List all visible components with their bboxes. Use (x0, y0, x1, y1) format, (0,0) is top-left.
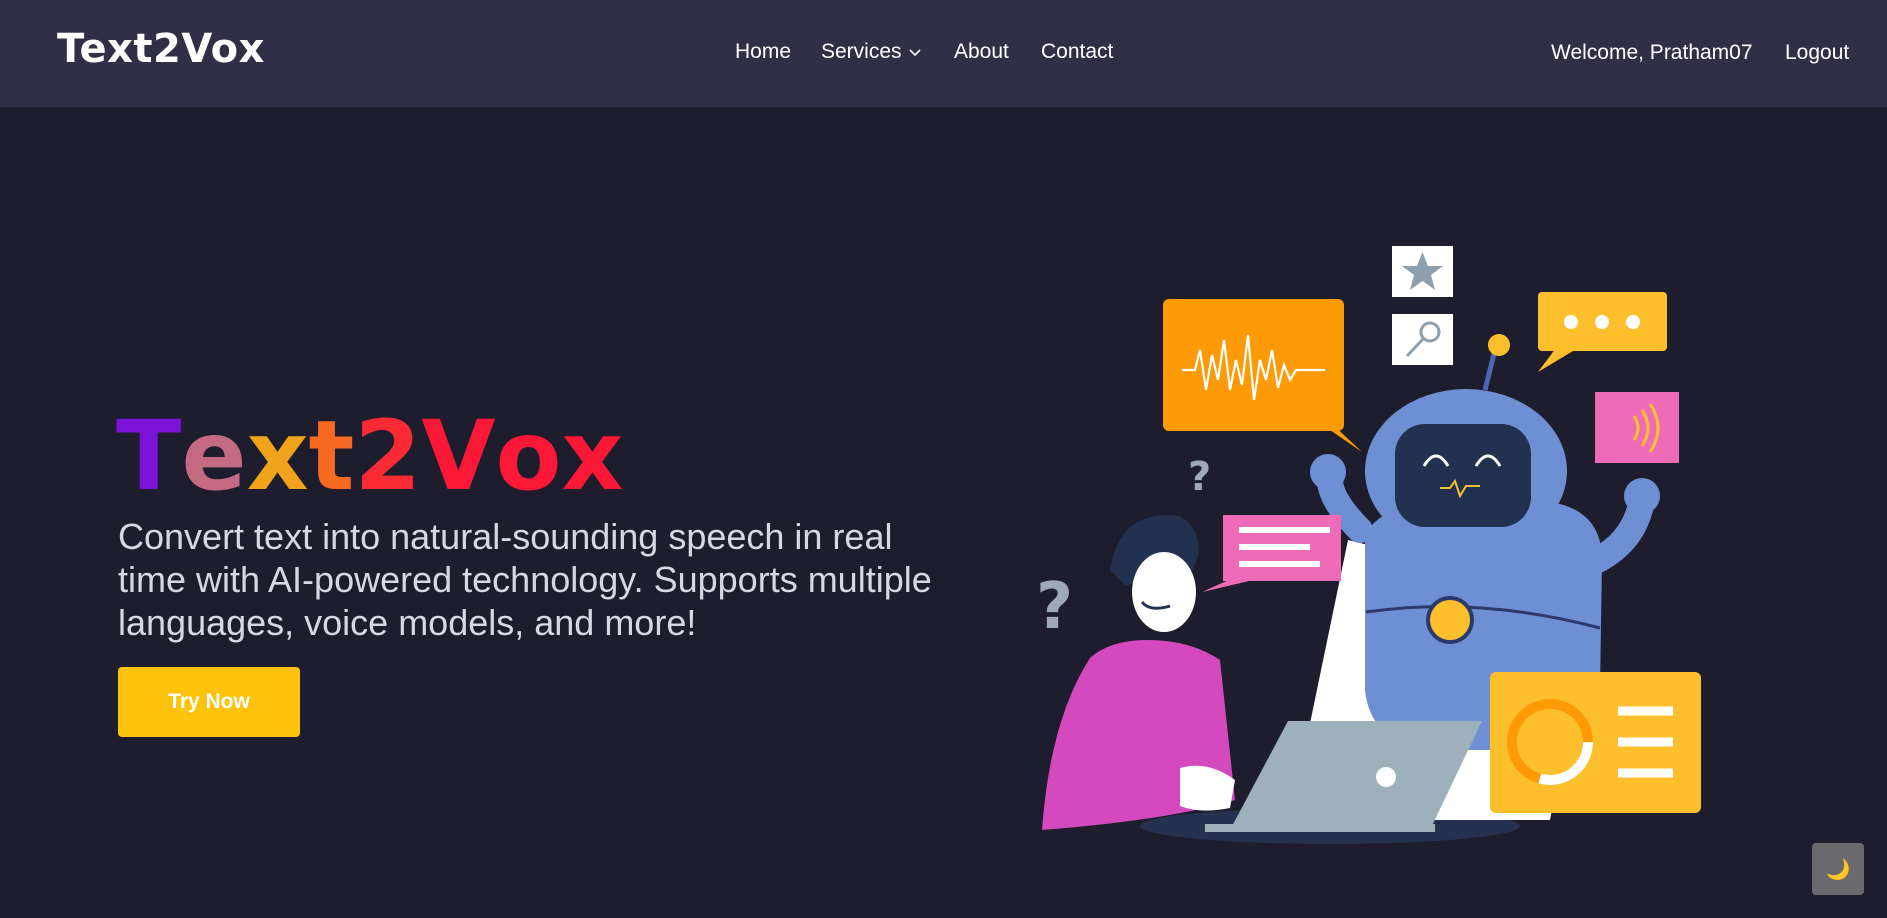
hero-title-letter: x (561, 400, 624, 512)
navbar: Text2Vox Home Services About Contact Wel… (0, 0, 1887, 107)
nav-contact-link[interactable]: Contact (1041, 40, 1113, 64)
hero-title-letter: t (308, 400, 355, 512)
nav-services-dropdown[interactable]: Services (821, 40, 922, 64)
hero-title-letter: e (181, 400, 247, 512)
person (1042, 515, 1235, 830)
search-card (1392, 314, 1453, 365)
moon-icon: 🌙 (1825, 858, 1851, 881)
star-card (1392, 246, 1453, 297)
ai-assistant-illustration: ? ? (1036, 246, 1701, 844)
waveform-card (1163, 299, 1362, 452)
nav-about-link[interactable]: About (954, 40, 1009, 64)
hero-title-letter: o (495, 400, 562, 512)
nav-home-link[interactable]: Home (735, 40, 791, 64)
hero-title-letter: T (116, 400, 182, 512)
question-mark: ? (1188, 454, 1211, 500)
hero-title: Text2Vox (116, 396, 623, 516)
chart-card (1490, 672, 1701, 813)
welcome-text: Welcome, Pratham07 (1551, 41, 1753, 64)
question-mark: ? (1036, 570, 1073, 644)
chat-bubble-dots (1538, 292, 1667, 372)
hero-title-letter: 2 (354, 400, 422, 512)
hero-description: Convert text into natural-sounding speec… (118, 516, 932, 643)
logout-link[interactable]: Logout (1785, 41, 1849, 65)
hero-title-letter: V (421, 400, 496, 512)
hero-title-letter: x (246, 400, 309, 512)
chevron-down-icon (908, 49, 921, 57)
try-now-button[interactable]: Try Now (118, 667, 300, 737)
message-bubble (1202, 515, 1341, 592)
sound-card (1595, 392, 1679, 463)
theme-toggle-button[interactable]: 🌙 (1812, 843, 1864, 895)
nav-services-label: Services (821, 40, 902, 63)
